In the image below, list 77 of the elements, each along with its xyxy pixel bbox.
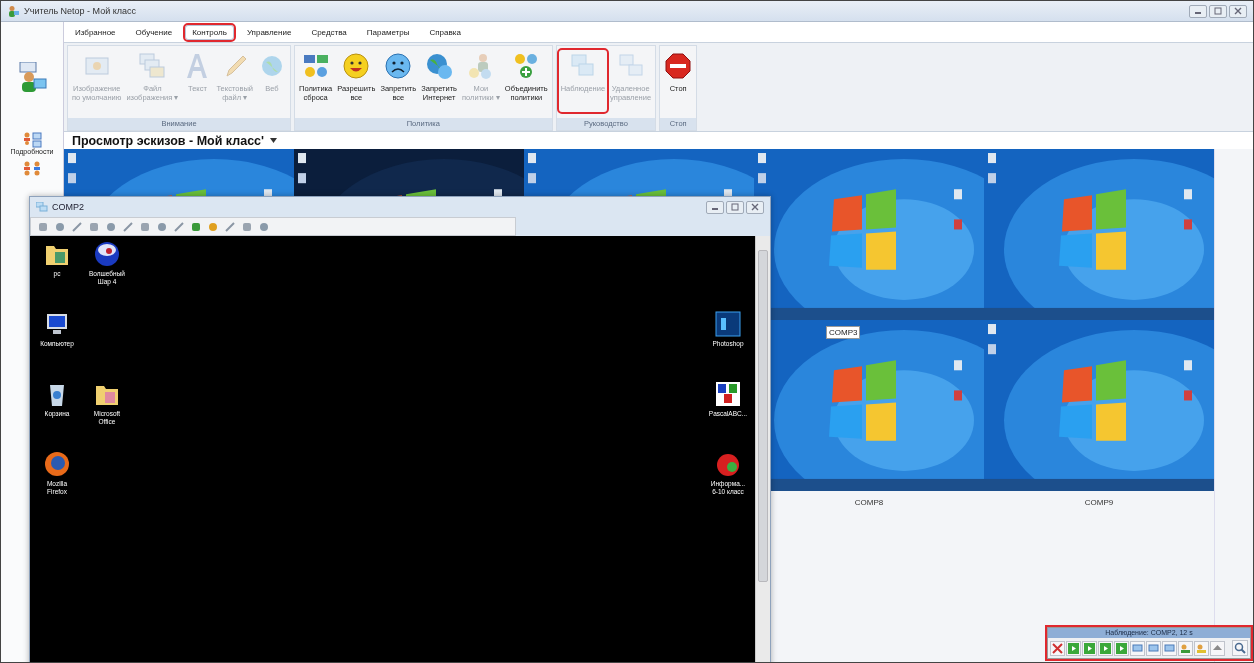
tool-icon (89, 221, 99, 232)
close-icon (1234, 7, 1242, 15)
toolbar-button[interactable] (1194, 640, 1209, 656)
close-icon (1052, 642, 1063, 654)
thumbnail-caption: COMP8 (854, 497, 884, 507)
search-button[interactable] (1232, 640, 1248, 656)
stop-sign-icon (664, 52, 693, 80)
globe-icon (425, 52, 454, 80)
toolbar-button[interactable] (1066, 640, 1081, 656)
app-icon (714, 380, 742, 408)
ball-icon (93, 240, 121, 268)
tool-icon (157, 221, 167, 232)
window-title: Учитель Netop - Мой класс (24, 6, 137, 16)
dropdown-button[interactable] (268, 136, 280, 145)
monitor-icon (1148, 642, 1159, 654)
play-icon (1084, 642, 1095, 654)
caret-icon (270, 138, 278, 143)
play-icon (1100, 642, 1111, 654)
toolbar-button[interactable] (1114, 640, 1129, 656)
close-icon (751, 203, 759, 211)
people-icon (1196, 642, 1207, 654)
tool-icon (208, 221, 218, 232)
view-title: Просмотр эскизов - Мой класс' (72, 133, 265, 148)
close-button[interactable] (746, 200, 764, 214)
minimize-button[interactable] (706, 200, 724, 214)
toolbar-button[interactable] (1162, 640, 1177, 656)
ribbon-tab[interactable]: Обучение (128, 24, 180, 40)
toolbar-button[interactable] (1146, 640, 1161, 656)
people-icon (1180, 642, 1191, 654)
ribbon-tab[interactable]: Избранное (68, 24, 123, 40)
tool-icon (140, 221, 150, 232)
window-title: COMP2 (52, 202, 84, 212)
maximize-button[interactable] (1209, 4, 1227, 18)
ribbon-tab[interactable]: Управление (239, 24, 299, 40)
ribbon-tab[interactable]: Справка (422, 24, 468, 40)
close-button[interactable] (1229, 4, 1247, 18)
tool-icon (123, 221, 133, 232)
ribbon-tab[interactable]: Параметры (359, 24, 417, 40)
computer-tag: COMP3 (826, 326, 861, 339)
people-icon (22, 132, 42, 148)
ribbon-tab[interactable]: Контроль (185, 24, 234, 40)
thumbnail-caption: COMP9 (1084, 497, 1114, 507)
maximize-icon (731, 203, 739, 211)
monitors-icon (301, 52, 330, 80)
minimize-button[interactable] (1189, 4, 1207, 18)
tool-icon (259, 221, 269, 232)
play-icon (1068, 642, 1079, 654)
scrollbar[interactable] (755, 236, 770, 662)
sad-face-icon (384, 52, 413, 80)
app-icon (714, 310, 742, 338)
fox-icon (43, 450, 71, 478)
toolbar-button[interactable] (1130, 640, 1145, 656)
tool-icon (106, 221, 116, 232)
monitor-icon (1164, 642, 1175, 654)
toolbar-button[interactable] (1082, 640, 1097, 656)
person-icon (7, 5, 19, 17)
search-icon (1234, 642, 1246, 654)
maximize-button[interactable] (726, 200, 744, 214)
tool-icon (174, 221, 184, 232)
monitor-icon (1132, 642, 1143, 654)
tool-icon (38, 221, 48, 232)
teacher-icon (17, 62, 47, 94)
toolbar-button[interactable] (1050, 640, 1065, 656)
toolbar-button[interactable] (1178, 640, 1193, 656)
maximize-icon (1214, 7, 1222, 15)
smiley-icon (342, 52, 371, 80)
tool-icon (55, 221, 65, 232)
monitors-icon (36, 202, 48, 212)
ribbon-tab[interactable]: Средства (304, 24, 354, 40)
tool-icon (191, 221, 201, 232)
tool-icon (242, 221, 252, 232)
tool-icon (72, 221, 82, 232)
pictures-icon (138, 52, 167, 80)
play-icon (1116, 642, 1127, 654)
toolbar-button[interactable] (1210, 640, 1225, 656)
toolbar-button[interactable] (1098, 640, 1113, 656)
tool-icon (225, 221, 235, 232)
